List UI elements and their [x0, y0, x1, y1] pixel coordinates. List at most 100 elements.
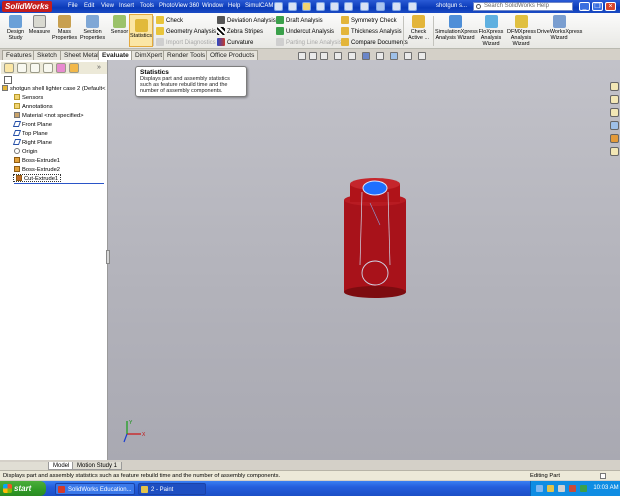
- check-active-button[interactable]: Check Active ...: [405, 15, 432, 48]
- menu-window[interactable]: Window: [202, 2, 223, 11]
- hide-show-items-icon[interactable]: [376, 52, 384, 60]
- tab-sketch[interactable]: Sketch: [33, 50, 61, 60]
- help-search-input[interactable]: Search SolidWorks Help: [473, 2, 573, 11]
- compare-documents-button[interactable]: Compare Documents: [341, 38, 408, 48]
- apply-scene-icon[interactable]: [404, 52, 412, 60]
- menu-edit[interactable]: Edit: [84, 2, 94, 11]
- tree-item-right-plane[interactable]: Right Plane: [12, 139, 52, 147]
- menu-help[interactable]: Help: [228, 2, 240, 11]
- propertymanager-icon[interactable]: [17, 63, 27, 73]
- zebra-stripes-button[interactable]: Zebra Stripes: [217, 27, 263, 37]
- display-manager-icon[interactable]: [56, 63, 66, 73]
- undo-icon[interactable]: [344, 2, 353, 11]
- appearance-manager-icon[interactable]: [69, 63, 79, 73]
- floxpress-button[interactable]: FloXpress Analysis Wizard: [477, 15, 505, 48]
- thickness-analysis-button[interactable]: Thickness Analysis: [341, 27, 402, 37]
- taskbar-item-solidworks[interactable]: SolidWorks Education...: [55, 483, 135, 495]
- options-gear-icon[interactable]: [408, 2, 417, 11]
- file-explorer-icon[interactable]: [610, 108, 619, 117]
- tree-item-origin[interactable]: Origin: [14, 148, 37, 156]
- save-icon[interactable]: [316, 2, 325, 11]
- tab-office-products[interactable]: Office Products: [206, 50, 259, 60]
- tree-item-boss-extrude2[interactable]: Boss-Extrude2: [14, 166, 60, 174]
- featuremanager-tree-icon[interactable]: [4, 63, 14, 73]
- dimxpert-manager-icon[interactable]: [43, 63, 53, 73]
- zoom-to-area-icon[interactable]: [309, 52, 317, 60]
- filter-icon[interactable]: [4, 76, 12, 84]
- statistics-button[interactable]: Statistics: [129, 14, 153, 47]
- taskbar-item-paint[interactable]: 2 - Paint: [138, 483, 206, 495]
- view-orientation-icon[interactable]: [348, 52, 356, 60]
- open-folder-icon[interactable]: [302, 2, 311, 11]
- restore-button[interactable]: ❐: [592, 2, 603, 11]
- measure-button[interactable]: Measure: [27, 15, 52, 48]
- tree-item-boss-extrude1[interactable]: Boss-Extrude1: [14, 157, 60, 165]
- security-shield-icon[interactable]: [547, 485, 554, 492]
- menu-simulcam[interactable]: SimulCAM: [245, 2, 273, 11]
- parting-line-analysis-button[interactable]: Parting Line Analysis: [276, 38, 342, 48]
- display-style-icon[interactable]: [362, 52, 370, 60]
- geometry-analysis-button[interactable]: Geometry Analysis: [156, 27, 216, 37]
- tree-item-cut-extrude1[interactable]: Cut-Extrude1: [13, 174, 62, 182]
- previous-view-icon[interactable]: [320, 52, 328, 60]
- expand-panel-chevron-icon[interactable]: »: [97, 64, 101, 71]
- driveworksxpress-button[interactable]: DriveWorksXpress Wizard: [537, 15, 582, 48]
- update-icon[interactable]: [569, 485, 576, 492]
- menu-tools[interactable]: Tools: [140, 2, 154, 11]
- file-properties-icon[interactable]: [392, 2, 401, 11]
- zoom-to-fit-icon[interactable]: [298, 52, 306, 60]
- tab-sheet-metal[interactable]: Sheet Metal: [60, 50, 103, 60]
- minimize-button[interactable]: _: [579, 2, 590, 11]
- tab-motion-study[interactable]: Motion Study 1: [72, 462, 123, 470]
- tab-evaluate[interactable]: Evaluate: [98, 50, 133, 60]
- tree-item-material[interactable]: Material <not specified>: [14, 112, 84, 120]
- tree-item-front-plane[interactable]: Front Plane: [12, 121, 52, 129]
- deviation-analysis-button[interactable]: Deviation Analysis: [217, 16, 276, 26]
- device-icon[interactable]: [580, 485, 587, 492]
- rebuild-icon[interactable]: [376, 2, 385, 11]
- import-diagnostics-button[interactable]: Import Diagnostics: [156, 38, 216, 48]
- section-properties-button[interactable]: Section Properties: [80, 15, 105, 48]
- configurationmanager-icon[interactable]: [30, 63, 40, 73]
- view-settings-icon[interactable]: [418, 52, 426, 60]
- model-viewport[interactable]: [330, 170, 430, 300]
- tree-root-part[interactable]: shotgun shell lighter case 2 (Default<: [2, 85, 106, 93]
- edit-appearance-icon[interactable]: [390, 52, 398, 60]
- rollback-bar[interactable]: [14, 183, 104, 184]
- tree-item-top-plane[interactable]: Top Plane: [12, 130, 48, 138]
- tree-item-sensors[interactable]: Sensors: [14, 94, 43, 102]
- tab-render-tools[interactable]: Render Tools: [163, 50, 210, 60]
- section-view-icon[interactable]: [334, 52, 342, 60]
- design-study-button[interactable]: Design Study: [3, 15, 28, 48]
- help-icon[interactable]: [600, 473, 606, 479]
- network-icon[interactable]: [536, 485, 543, 492]
- start-button[interactable]: start: [0, 481, 46, 496]
- close-button[interactable]: ×: [605, 2, 616, 11]
- solidworks-logo[interactable]: SolidWorks: [2, 1, 52, 12]
- menu-photoview[interactable]: PhotoView 360: [159, 2, 199, 11]
- curvature-button[interactable]: Curvature: [217, 38, 253, 48]
- lighter-case-model[interactable]: [344, 178, 406, 298]
- check-button[interactable]: Check: [156, 16, 183, 26]
- menu-file[interactable]: File: [68, 2, 78, 11]
- tab-model[interactable]: Model: [48, 462, 75, 470]
- panel-splitter-handle[interactable]: [106, 250, 110, 264]
- solidworks-resources-icon[interactable]: [610, 82, 619, 91]
- dfmxpress-button[interactable]: DFMXpress Analysis Wizard: [507, 15, 536, 48]
- draft-analysis-button[interactable]: Draft Analysis: [276, 16, 323, 26]
- tree-item-annotations[interactable]: Annotations: [14, 103, 53, 111]
- undercut-analysis-button[interactable]: Undercut Analysis: [276, 27, 334, 37]
- print-icon[interactable]: [330, 2, 339, 11]
- mass-properties-button[interactable]: Mass Properties: [52, 15, 77, 48]
- appearances-icon[interactable]: [610, 134, 619, 143]
- tab-features[interactable]: Features: [2, 50, 36, 60]
- select-arrow-icon[interactable]: [360, 2, 369, 11]
- home-icon[interactable]: [274, 2, 283, 11]
- new-document-icon[interactable]: [288, 2, 297, 11]
- tab-scroll-arrows[interactable]: [0, 462, 48, 470]
- volume-icon[interactable]: [558, 485, 565, 492]
- custom-properties-icon[interactable]: [610, 147, 619, 156]
- simulationxpress-button[interactable]: SimulationXpress Analysis Wizard: [435, 15, 478, 48]
- view-palette-icon[interactable]: [610, 121, 619, 130]
- tab-dimxpert[interactable]: DimXpert: [131, 50, 167, 60]
